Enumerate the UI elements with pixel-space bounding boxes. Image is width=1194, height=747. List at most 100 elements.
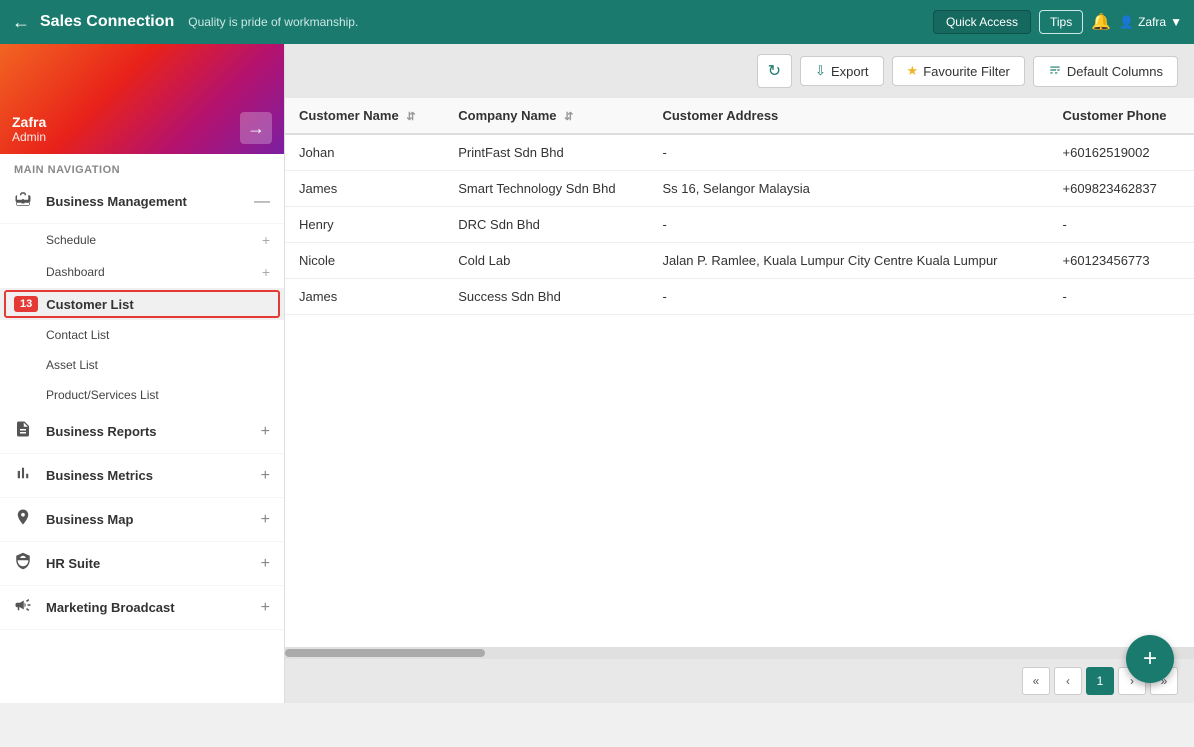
schedule-label: Schedule [46,233,96,247]
sidebar-user-name: Zafra [12,114,46,130]
sidebar-item-business-reports[interactable]: Business Reports + [0,410,284,454]
table-row[interactable]: James Smart Technology Sdn Bhd Ss 16, Se… [285,171,1194,207]
pagination: « ‹ 1 › » [285,659,1194,703]
business-reports-icon [14,420,38,443]
table-row[interactable]: Johan PrintFast Sdn Bhd - +60162519002 [285,134,1194,171]
schedule-expand-icon: + [262,232,270,248]
cell-customer-name: James [285,279,444,315]
business-metrics-expand-icon: + [261,467,270,485]
cell-customer-phone: - [1049,279,1194,315]
col-customer-address: Customer Address [648,98,1048,134]
tips-button[interactable]: Tips [1039,10,1083,34]
cell-company-name: Success Sdn Bhd [444,279,648,315]
sidebar-item-contact-list[interactable]: Contact List [0,320,284,350]
sidebar: Zafra Admin → MAIN NAVIGATION Business M… [0,44,285,703]
sidebar-item-schedule[interactable]: Schedule + [0,224,284,256]
sort-icon-company: ⇵ [564,111,573,123]
cell-company-name: Smart Technology Sdn Bhd [444,171,648,207]
sidebar-user-info: Zafra Admin [12,114,46,144]
table-row[interactable]: Nicole Cold Lab Jalan P. Ramlee, Kuala L… [285,243,1194,279]
cell-customer-address: Ss 16, Selangor Malaysia [648,171,1048,207]
default-columns-label: Default Columns [1067,64,1163,79]
sidebar-item-bm-label: Business Management [46,194,254,209]
export-label: Export [831,64,869,79]
sidebar-user-role: Admin [12,130,46,144]
main-content: ↻ ⇩ Export ★ Favourite Filter Default Co… [285,44,1194,703]
table-row[interactable]: James Success Sdn Bhd - - [285,279,1194,315]
first-page-button[interactable]: « [1022,667,1050,695]
contact-list-label: Contact List [46,328,109,342]
col-customer-name[interactable]: Customer Name ⇵ [285,98,444,134]
horizontal-scrollbar[interactable] [285,647,1194,659]
cell-customer-name: Johan [285,134,444,171]
prev-page-button[interactable]: ‹ [1054,667,1082,695]
customer-table: Customer Name ⇵ Company Name ⇵ Customer … [285,98,1194,315]
customer-list-label: Customer List [46,297,133,312]
user-dropdown-icon: ▼ [1170,15,1182,29]
hr-suite-label: HR Suite [46,556,261,571]
hr-suite-expand-icon: + [261,555,270,573]
sidebar-header: Zafra Admin → [0,44,284,154]
dashboard-label: Dashboard [46,265,105,279]
favourite-filter-button[interactable]: ★ Favourite Filter [892,56,1025,86]
topnav-right: Quick Access Tips 🔔 👤 Zafra ▼ [933,10,1182,34]
table-row[interactable]: Henry DRC Sdn Bhd - - [285,207,1194,243]
export-icon: ⇩ [815,63,826,79]
horizontal-scroll-thumb[interactable] [285,649,485,657]
logout-button[interactable]: → [240,112,272,144]
hr-suite-icon [14,552,38,575]
business-reports-expand-icon: + [261,423,270,441]
cell-customer-address: - [648,279,1048,315]
refresh-button[interactable]: ↻ [757,54,792,88]
app-subtitle: Quality is pride of workmanship. [188,15,933,29]
star-icon: ★ [907,63,919,79]
table-toolbar: ↻ ⇩ Export ★ Favourite Filter Default Co… [285,44,1194,98]
cell-company-name: DRC Sdn Bhd [444,207,648,243]
cell-customer-name: Nicole [285,243,444,279]
asset-list-label: Asset List [46,358,98,372]
cell-company-name: Cold Lab [444,243,648,279]
cell-customer-name: Henry [285,207,444,243]
business-metrics-label: Business Metrics [46,468,261,483]
user-name-label: Zafra [1138,15,1166,29]
add-fab-button[interactable]: + [1126,635,1174,683]
cell-customer-phone: - [1049,207,1194,243]
default-columns-button[interactable]: Default Columns [1033,56,1178,87]
marketing-broadcast-expand-icon: + [261,599,270,617]
business-map-expand-icon: + [261,511,270,529]
business-map-label: Business Map [46,512,261,527]
customer-table-container[interactable]: Customer Name ⇵ Company Name ⇵ Customer … [285,98,1194,647]
current-page-button[interactable]: 1 [1086,667,1114,695]
col-company-name[interactable]: Company Name ⇵ [444,98,648,134]
sidebar-item-customer-list[interactable]: 13 Customer List [0,288,284,320]
cell-customer-phone: +609823462837 [1049,171,1194,207]
sidebar-item-business-management[interactable]: Business Management — [0,180,284,224]
dashboard-expand-icon: + [262,264,270,280]
product-services-label: Product/Services List [46,388,159,402]
nav-section-label: MAIN NAVIGATION [0,154,284,180]
sidebar-item-dashboard[interactable]: Dashboard + [0,256,284,288]
table-header-row: Customer Name ⇵ Company Name ⇵ Customer … [285,98,1194,134]
sidebar-item-marketing-broadcast[interactable]: Marketing Broadcast + [0,586,284,630]
notification-bell-icon[interactable]: 🔔 [1091,12,1111,32]
sidebar-item-asset-list[interactable]: Asset List [0,350,284,380]
sidebar-item-business-map[interactable]: Business Map + [0,498,284,542]
user-menu[interactable]: 👤 Zafra ▼ [1119,15,1182,29]
back-button[interactable]: ← [12,12,30,33]
sidebar-item-hr-suite[interactable]: HR Suite + [0,542,284,586]
cell-customer-address: - [648,207,1048,243]
quick-access-button[interactable]: Quick Access [933,10,1031,34]
business-reports-label: Business Reports [46,424,261,439]
columns-icon [1048,63,1062,80]
app-title: Sales Connection [40,13,174,31]
marketing-broadcast-icon [14,596,38,619]
sort-icon-name: ⇵ [406,111,415,123]
cell-customer-phone: +60123456773 [1049,243,1194,279]
export-button[interactable]: ⇩ Export [800,56,883,86]
sidebar-item-business-metrics[interactable]: Business Metrics + [0,454,284,498]
cell-company-name: PrintFast Sdn Bhd [444,134,648,171]
top-navigation: ← Sales Connection Quality is pride of w… [0,0,1194,44]
sidebar-item-product-services-list[interactable]: Product/Services List [0,380,284,410]
add-fab-icon: + [1143,645,1157,673]
main-layout: Zafra Admin → MAIN NAVIGATION Business M… [0,44,1194,703]
